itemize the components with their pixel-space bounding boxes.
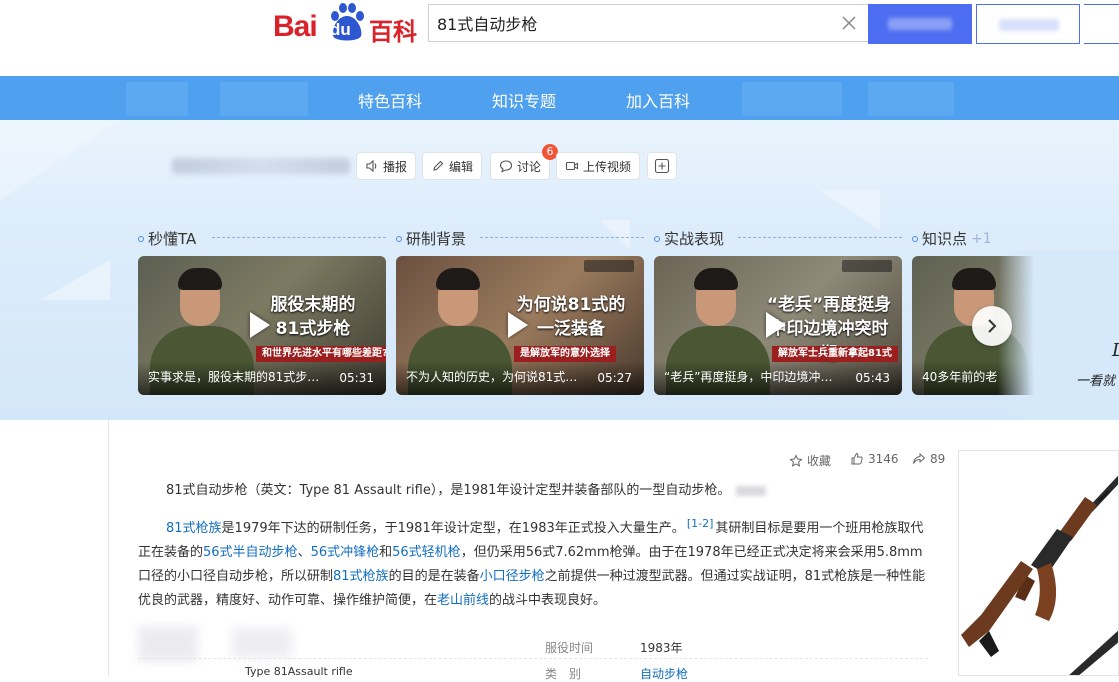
play-icon[interactable] — [508, 312, 528, 338]
video-card[interactable]: 服役末期的 81式步枪 和世界先进水平有哪些差距? 实事求是，服役末期的81式步… — [138, 256, 386, 395]
like-button[interactable]: 3146 — [850, 452, 899, 466]
section-label-background[interactable]: 研制背景 — [396, 228, 466, 249]
share-icon — [913, 452, 926, 464]
header-extra-button[interactable] — [1084, 4, 1119, 44]
video-duration: 05:43 — [855, 371, 890, 385]
discuss-button[interactable]: 讨论 — [490, 152, 550, 180]
chevron-right-icon — [988, 319, 997, 333]
content-divider — [108, 420, 109, 676]
logo-du-text: du — [330, 20, 351, 39]
info-key-service: 服役时间 — [545, 641, 594, 655]
close-icon[interactable] — [840, 14, 858, 32]
logo-baike-text: 百科 — [369, 18, 417, 46]
baidu-baike-logo[interactable]: Bai du 百科 — [273, 0, 418, 48]
favorite-button[interactable]: 收藏 — [789, 452, 831, 469]
search-input[interactable] — [429, 5, 845, 41]
video-caption: 不为人知的历史，为何说81式的... — [406, 370, 584, 384]
search-button[interactable] — [868, 4, 972, 44]
star-icon — [789, 453, 803, 467]
video-camera-icon — [565, 161, 579, 171]
info-key-type: 类 别 — [545, 667, 582, 681]
video-caption: 实事求是，服役末期的81式步枪... — [148, 370, 326, 384]
logo-bai-text: Bai — [273, 10, 318, 43]
lemma-title-blurred — [172, 158, 350, 174]
link-type56-lmg[interactable]: 56式轻机枪 — [392, 545, 461, 560]
broadcast-button[interactable]: 播报 — [356, 152, 416, 180]
nav-item-join[interactable]: 加入百科 — [626, 88, 690, 112]
section-label-knowledge[interactable]: 知识点 +1 — [912, 228, 992, 249]
play-icon[interactable] — [250, 312, 270, 338]
favorite-label: 收藏 — [807, 454, 832, 468]
link-small-caliber-rifle[interactable]: 小口径步枪 — [480, 569, 545, 584]
play-icon[interactable] — [766, 312, 786, 338]
broadcast-label: 播报 — [382, 159, 407, 174]
main-nav: 特色百科 知识专题 加入百科 — [0, 76, 1119, 120]
edit-label: 编辑 — [448, 159, 473, 174]
pencil-icon — [433, 160, 444, 171]
link-81-family-2[interactable]: 81式枪族 — [333, 569, 389, 584]
info-value-type[interactable]: 自动步枪 — [640, 665, 688, 682]
secondary-button[interactable] — [976, 4, 1080, 44]
signature-mark: L — [1112, 340, 1119, 361]
add-button[interactable] — [647, 152, 677, 180]
thumbs-up-icon — [851, 452, 863, 465]
rifle-image — [961, 476, 1118, 675]
video-card[interactable]: “老兵”再度挺身 中印边境冲突时期 解放军士兵重新拿起81式 “老兵”再度挺身，… — [654, 256, 902, 395]
link-type56-smg[interactable]: 56式冲锋枪 — [311, 545, 380, 560]
info-divider — [138, 658, 928, 659]
edit-button[interactable]: 编辑 — [422, 152, 482, 180]
like-count: 3146 — [868, 452, 899, 466]
lemma-image[interactable] — [958, 450, 1119, 676]
video-caption: “老兵”再度挺身，中印边境冲突... — [664, 370, 842, 384]
link-laoshan-front[interactable]: 老山前线 — [437, 593, 489, 608]
search-box — [428, 4, 868, 42]
link-81-family[interactable]: 81式枪族 — [166, 521, 222, 536]
link-type56-sks[interactable]: 56式半自动步枪 — [203, 545, 298, 560]
reference-link[interactable]: [1-2] — [687, 517, 714, 530]
video-duration: 05:31 — [339, 371, 374, 385]
lemma-summary: 81式自动步枪（英文：Type 81 Assault rifle），是1981年… — [138, 479, 928, 503]
discuss-label: 讨论 — [516, 159, 541, 174]
video-subtitle: 和世界先进水平有哪些差距? — [256, 346, 386, 362]
video-subtitle: 是解放军的意外选择 — [514, 346, 616, 362]
plus-square-icon — [654, 158, 670, 174]
nav-item-topics[interactable]: 知识专题 — [492, 88, 556, 112]
carousel-next-button[interactable] — [972, 306, 1012, 346]
video-subtitle: 解放军士兵重新拿起81式 — [772, 346, 898, 362]
section-label-quick[interactable]: 秒懂TA — [138, 228, 196, 249]
speaker-icon — [366, 159, 377, 173]
info-value-english: Type 81Assault rifle — [245, 665, 353, 678]
nav-item-featured[interactable]: 特色百科 — [358, 88, 422, 112]
info-value-service: 1983年 — [640, 641, 683, 655]
upload-video-button[interactable]: 上传视频 — [556, 152, 640, 180]
upload-video-label: 上传视频 — [582, 159, 631, 174]
lemma-paragraph: 81式枪族是1979年下达的研制任务，于1981年设计定型，在1983年正式投入… — [138, 516, 926, 608]
header: Bai du 百科 — [0, 0, 1119, 76]
chat-icon — [499, 160, 513, 173]
section-label-combat[interactable]: 实战表现 — [654, 228, 724, 249]
video-card[interactable]: 为何说81式的 一泛装备 是解放军的意外选择 不为人知的历史，为何说81式的..… — [396, 256, 644, 395]
share-count: 89 — [930, 452, 946, 466]
video-duration: 05:27 — [597, 371, 632, 385]
signature-text: 一看就 — [1076, 374, 1116, 389]
lemma-banner: 播报 编辑 讨论 6 上传视频 秒懂TA 研制背景 实战表现 知识点 +1 服役… — [0, 120, 1119, 420]
share-button[interactable]: 89 — [912, 452, 945, 466]
